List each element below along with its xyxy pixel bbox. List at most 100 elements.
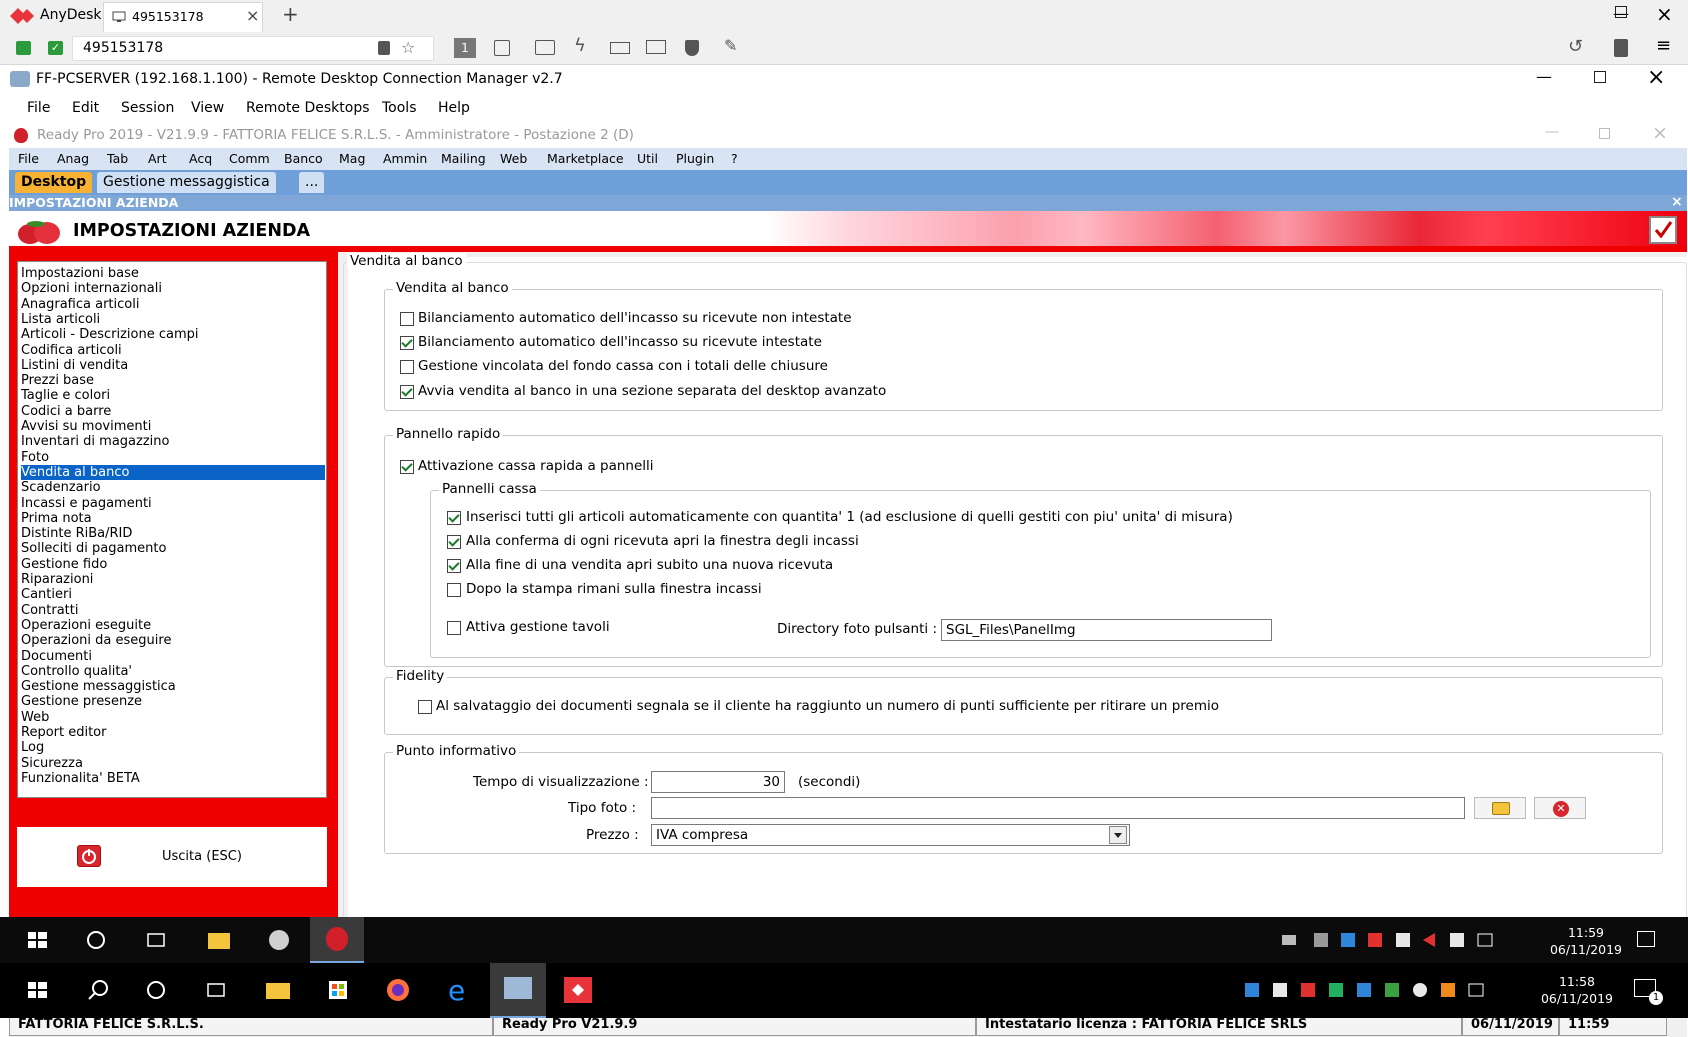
file-explorer-icon[interactable]	[258, 975, 298, 1005]
exit-button[interactable]: Uscita (ESC)	[17, 827, 327, 887]
nav-item[interactable]: Impostazioni base	[21, 266, 325, 281]
directory-foto-input[interactable]: SGL_Files\PanelImg	[941, 619, 1272, 641]
readypro-maximize-icon[interactable]	[1599, 128, 1610, 139]
menu-file[interactable]: File	[27, 100, 50, 116]
nav-item[interactable]: Opzioni internazionali	[21, 281, 325, 296]
checkbox-gestione-tavoli[interactable]	[447, 621, 461, 635]
nav-item[interactable]: Articoli - Descrizione campi	[21, 327, 325, 342]
nav-item[interactable]: Prima nota	[21, 511, 325, 526]
remote-readypro-taskbar-icon[interactable]	[310, 917, 364, 963]
checkbox-avvia-vendita[interactable]	[400, 385, 414, 399]
rp-menu-util[interactable]: Util	[637, 151, 658, 166]
maximize-icon[interactable]	[1615, 6, 1627, 18]
nav-item[interactable]: Funzionalita' BETA	[21, 771, 325, 786]
taskview-icon[interactable]	[196, 975, 236, 1005]
clear-photo-button[interactable]: ✕	[1534, 797, 1586, 819]
nav-item[interactable]: Anagrafica articoli	[21, 297, 325, 312]
close-tab-icon[interactable]: ×	[246, 6, 259, 25]
nav-item[interactable]: Gestione presenze	[21, 694, 325, 709]
rp-menu-web[interactable]: Web	[500, 151, 527, 166]
checkbox-gestione-vincolata[interactable]	[400, 360, 414, 374]
rp-menu-help[interactable]: ?	[731, 151, 738, 166]
browse-folder-button[interactable]	[1474, 797, 1526, 819]
rp-menu-banco[interactable]: Banco	[284, 151, 323, 166]
settings-nav-list[interactable]: Impostazioni base Opzioni internazionali A…	[17, 261, 327, 798]
local-clock[interactable]: 11:58 06/11/2019	[1537, 973, 1617, 1007]
rdcman-close-icon[interactable]: ×	[1647, 65, 1665, 90]
rp-menu-tab[interactable]: Tab	[107, 151, 128, 166]
chevron-down-icon[interactable]	[1109, 826, 1127, 844]
menu-session[interactable]: Session	[121, 100, 174, 116]
rp-menu-anag[interactable]: Anag	[57, 151, 89, 166]
readypro-minimize-icon[interactable]: —	[1545, 124, 1559, 140]
nav-item[interactable]: Taglie e colori	[21, 388, 325, 403]
menu-icon[interactable]: ≡	[1656, 35, 1671, 56]
anydesk-session-tab[interactable]: 495153178 ×	[103, 2, 263, 32]
tipo-foto-input[interactable]	[651, 797, 1465, 819]
remote-start-icon[interactable]	[18, 925, 58, 955]
keyboard-icon[interactable]	[610, 42, 630, 54]
menu-view[interactable]: View	[191, 100, 224, 116]
edge-icon[interactable]: e	[438, 975, 478, 1005]
rdcman-taskbar-icon[interactable]	[490, 963, 546, 1018]
nav-item[interactable]: Foto	[21, 450, 325, 465]
nav-item[interactable]: Sicurezza	[21, 756, 325, 771]
nav-item[interactable]: Codifica articoli	[21, 343, 325, 358]
display-icon[interactable]	[646, 40, 666, 54]
search-icon[interactable]	[78, 975, 118, 1005]
nav-item[interactable]: Listini di vendita	[21, 358, 325, 373]
nav-item[interactable]: Log	[21, 740, 325, 755]
readypro-close-icon[interactable]: ×	[1652, 122, 1668, 144]
start-icon[interactable]	[18, 975, 58, 1005]
star-icon[interactable]: ☆	[401, 38, 415, 57]
store-icon[interactable]	[318, 975, 358, 1005]
rdcman-minimize-icon[interactable]: —	[1536, 67, 1552, 86]
rp-menu-ammin[interactable]: Ammin	[383, 151, 427, 166]
rp-menu-plugin[interactable]: Plugin	[676, 151, 714, 166]
menu-help[interactable]: Help	[438, 100, 470, 116]
checkbox-inserisci-quantita[interactable]	[447, 511, 461, 525]
remote-taskview-icon[interactable]	[136, 925, 176, 955]
nav-item[interactable]: Documenti	[21, 649, 325, 664]
address-input[interactable]: 495153178 ☆	[72, 36, 434, 61]
menu-edit[interactable]: Edit	[72, 100, 99, 116]
remote-clock[interactable]: 11:59 06/11/2019	[1546, 924, 1626, 958]
pen-icon[interactable]: ✎	[724, 36, 737, 55]
nav-item[interactable]: Vendita al banco	[21, 464, 325, 480]
firefox-icon[interactable]	[378, 975, 418, 1005]
rp-menu-art[interactable]: Art	[148, 151, 167, 166]
remote-notification-icon[interactable]	[1637, 931, 1655, 947]
nav-item[interactable]: Operazioni da eseguire	[21, 633, 325, 648]
history-icon[interactable]: ↺	[1568, 36, 1583, 57]
remote-desktop-view[interactable]: Ready Pro 2019 - V21.9.9 - FATTORIA FELI…	[9, 122, 1687, 1037]
nav-item[interactable]: Solleciti di pagamento	[21, 541, 325, 556]
transfer-icon[interactable]	[494, 40, 510, 56]
cortana-icon[interactable]	[136, 975, 176, 1005]
nav-item[interactable]: Codici a barre	[21, 404, 325, 419]
rp-menu-marketplace[interactable]: Marketplace	[547, 151, 624, 166]
tab-gestione-messaggistica[interactable]: Gestione messaggistica	[97, 172, 276, 193]
nav-item[interactable]: Report editor	[21, 725, 325, 740]
nav-item[interactable]: Controllo qualita'	[21, 664, 325, 679]
monitor-select-button[interactable]: 1	[454, 38, 476, 58]
checkbox-rimani-incassi[interactable]	[447, 583, 461, 597]
tab-desktop[interactable]: Desktop	[15, 172, 93, 193]
prezzo-select[interactable]: IVA compresa	[651, 824, 1130, 846]
close-icon[interactable]: ×	[1656, 2, 1673, 26]
checkbox-nuova-ricevuta[interactable]	[447, 559, 461, 573]
checkbox-bilanciamento-intestate[interactable]	[400, 336, 414, 350]
nav-item[interactable]: Web	[21, 710, 325, 725]
checkbox-attivazione-cassa[interactable]	[400, 460, 414, 474]
checkbox-fidelity-premio[interactable]	[418, 700, 432, 714]
nav-item[interactable]: Scadenzario	[21, 480, 325, 495]
anydesk-taskbar-icon[interactable]	[558, 975, 598, 1005]
nav-item[interactable]: Operazioni eseguite	[21, 618, 325, 633]
nav-item[interactable]: Distinte RiBa/RID	[21, 526, 325, 541]
remote-app-icon[interactable]	[259, 925, 299, 955]
nav-item[interactable]: Avvisi su movimenti	[21, 419, 325, 434]
remote-cortana-icon[interactable]	[76, 925, 116, 955]
nav-item[interactable]: Cantieri	[21, 587, 325, 602]
nav-item[interactable]: Gestione messaggistica	[21, 679, 325, 694]
chat-icon[interactable]	[535, 40, 555, 55]
download-icon[interactable]	[1614, 39, 1628, 57]
